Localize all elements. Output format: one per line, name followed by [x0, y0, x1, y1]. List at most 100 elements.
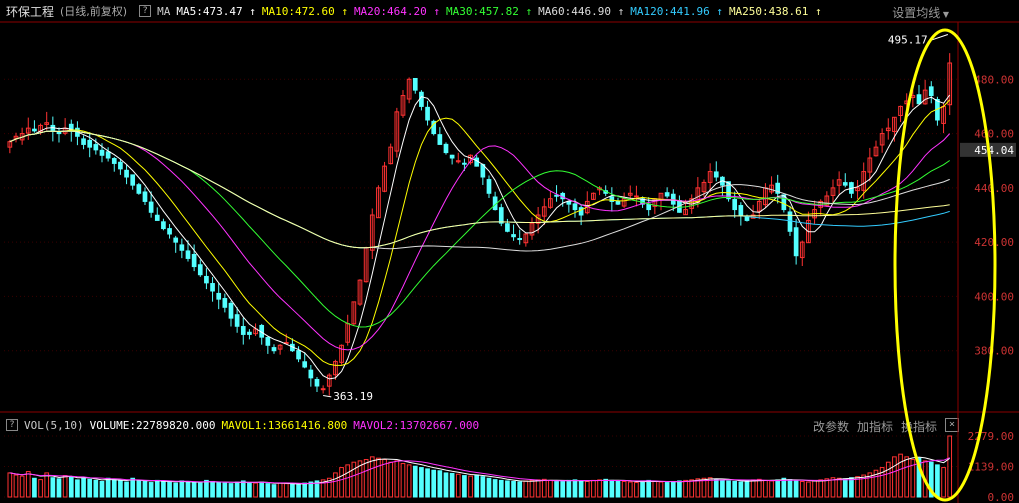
- volume-bar: [191, 482, 197, 498]
- volume-bar: [609, 479, 615, 498]
- volume-bar: [179, 480, 185, 498]
- volume-bar: [664, 482, 670, 498]
- volume-bar: [56, 478, 62, 498]
- volume-bar: [836, 477, 842, 498]
- volume-bar: [578, 480, 584, 498]
- volume-bar: [763, 479, 768, 498]
- volume-bar: [185, 480, 191, 498]
- volume-bar: [197, 482, 203, 498]
- volume-bar: [498, 479, 504, 498]
- candle-body: [167, 228, 172, 235]
- volume-bar: [253, 482, 258, 498]
- volume-bar: [142, 480, 148, 498]
- volume-bar: [124, 481, 129, 498]
- volume-bar: [720, 479, 725, 498]
- volume-bar: [695, 478, 701, 498]
- candle-body: [572, 203, 578, 211]
- candle-body: [179, 244, 185, 251]
- volume-bar: [812, 480, 817, 498]
- volume-bar: [756, 478, 762, 498]
- volume-bar: [277, 482, 283, 498]
- candle-body: [234, 314, 240, 327]
- volume-bar: [640, 480, 645, 498]
- volume-bar: [584, 480, 590, 498]
- candle-body: [425, 106, 430, 121]
- price-tick-label: 460.00: [974, 128, 1014, 141]
- candle-body: [634, 195, 639, 198]
- low-annotation: 363.19: [333, 390, 373, 403]
- volume-bar: [468, 475, 473, 498]
- volume-bar: [849, 477, 854, 498]
- volume-bar: [369, 456, 375, 498]
- volume-bar: [308, 481, 314, 498]
- candle-body: [916, 94, 922, 105]
- high-annotation: 495.17: [888, 34, 928, 47]
- volume-bar: [32, 477, 37, 498]
- candle-body: [474, 157, 480, 167]
- volume-bar: [529, 479, 535, 498]
- volume-bar: [247, 482, 252, 498]
- volume-bar: [222, 482, 228, 498]
- candle-body: [154, 214, 160, 221]
- volume-bar: [615, 480, 621, 498]
- volume-bar: [296, 484, 301, 498]
- volume-bar: [505, 480, 510, 498]
- volume-bar: [44, 472, 50, 498]
- volume-bar: [449, 472, 455, 498]
- volume-bar: [437, 470, 443, 498]
- volume-bar: [339, 467, 344, 498]
- candle-body: [265, 337, 271, 346]
- volume-bar: [443, 472, 449, 498]
- candle-body: [222, 298, 228, 308]
- candle-body: [842, 182, 848, 186]
- volume-bar: [480, 476, 486, 498]
- volume-tick-label: 1139.00: [968, 461, 1014, 474]
- candle-body: [578, 207, 584, 216]
- chart-canvas[interactable]: 480.00460.00440.00420.00400.00380.002279…: [0, 0, 1019, 503]
- volume-bar: [523, 480, 529, 498]
- candle-body: [412, 77, 418, 91]
- candle-body: [308, 369, 314, 379]
- volume-bar: [818, 479, 824, 498]
- volume-bar: [830, 477, 836, 498]
- volume-bar: [750, 479, 756, 498]
- volume-bar: [486, 477, 492, 498]
- candle-body: [142, 191, 148, 202]
- candle-body: [443, 143, 449, 154]
- volume-bar: [333, 472, 338, 498]
- volume-bar: [68, 476, 74, 498]
- volume-bar: [382, 459, 387, 498]
- volume-tick-label: 2279.00: [968, 430, 1014, 443]
- candle-body: [744, 216, 750, 221]
- candle-body: [486, 179, 492, 194]
- candle-body: [449, 154, 455, 159]
- candle-body: [732, 199, 738, 211]
- candle-body: [240, 326, 246, 335]
- candle-body: [314, 378, 320, 387]
- volume-bar: [154, 479, 160, 498]
- volume-bar: [7, 472, 13, 498]
- volume-bar: [406, 464, 412, 498]
- volume-bar: [597, 479, 602, 498]
- candle-body: [136, 184, 142, 194]
- volume-bar: [412, 465, 418, 498]
- volume-bar: [548, 479, 553, 498]
- candle-body: [81, 138, 86, 145]
- volume-bar: [419, 467, 424, 498]
- volume-bar: [713, 478, 719, 498]
- candle-body: [210, 283, 215, 292]
- volume-bar: [824, 478, 830, 498]
- candle-body: [713, 171, 719, 178]
- candle-body: [228, 302, 234, 319]
- volume-bar: [511, 480, 516, 498]
- volume-bar: [941, 467, 946, 498]
- candle-body: [105, 151, 111, 159]
- volume-bar: [290, 483, 295, 498]
- volume-bar: [302, 482, 308, 498]
- candle-body: [566, 201, 572, 205]
- low-arrow: [323, 395, 332, 398]
- volume-bar: [689, 479, 695, 498]
- volume-bar: [455, 473, 461, 498]
- volume-bar: [234, 481, 240, 498]
- volume-bar: [400, 463, 406, 498]
